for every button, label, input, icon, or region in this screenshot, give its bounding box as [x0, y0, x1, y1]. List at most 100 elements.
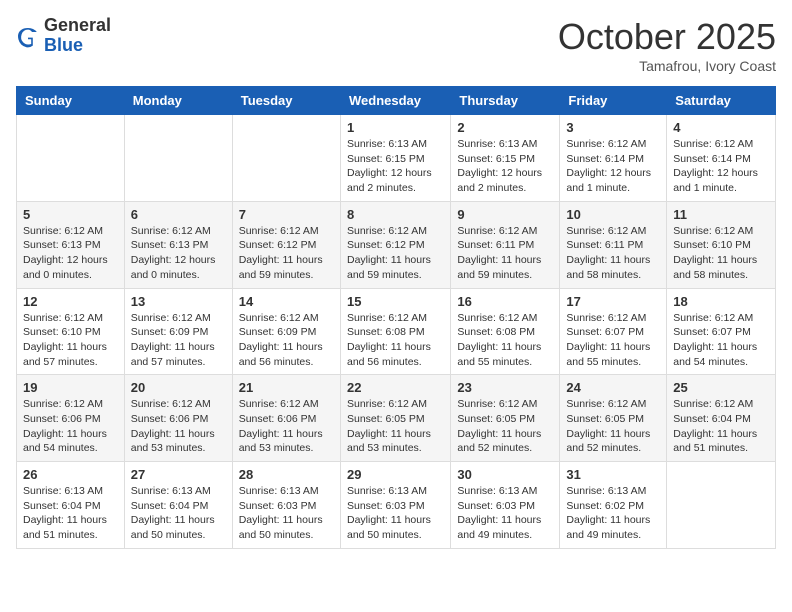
table-row: 24 Sunrise: 6:12 AMSunset: 6:05 PMDayligh… [560, 375, 667, 462]
day-info: Sunrise: 6:12 AMSunset: 6:05 PMDaylight:… [347, 397, 444, 456]
day-info: Sunrise: 6:12 AMSunset: 6:10 PMDaylight:… [23, 311, 118, 370]
day-info: Sunrise: 6:12 AMSunset: 6:04 PMDaylight:… [673, 397, 769, 456]
table-row: 20 Sunrise: 6:12 AMSunset: 6:06 PMDayligh… [124, 375, 232, 462]
table-row: 25Sunrise: 6:12 AMSunset: 6:04 PMDayligh… [667, 375, 776, 462]
col-sunday: Sunday [17, 87, 125, 115]
table-row: 4 Sunrise: 6:12 AMSunset: 6:14 PMDaylight… [667, 115, 776, 202]
day-info: Sunrise: 6:12 AMSunset: 6:05 PMDaylight:… [457, 397, 553, 456]
day-number: 9 [457, 207, 553, 222]
day-info: Sunrise: 6:12 AMSunset: 6:09 PMDaylight:… [239, 311, 334, 370]
day-info: Sunrise: 6:13 AMSunset: 6:02 PMDaylight:… [566, 484, 660, 543]
day-info: Sunrise: 6:12 AMSunset: 6:10 PMDaylight:… [673, 224, 769, 283]
day-info: Sunrise: 6:12 AMSunset: 6:09 PMDaylight:… [131, 311, 226, 370]
day-info: Sunrise: 6:12 AMSunset: 6:11 PMDaylight:… [457, 224, 553, 283]
logo: General Blue [16, 16, 111, 56]
month-title: October 2025 [558, 16, 776, 58]
day-number: 4 [673, 120, 769, 135]
day-number: 20 [131, 380, 226, 395]
day-info: Sunrise: 6:12 AMSunset: 6:12 PMDaylight:… [347, 224, 444, 283]
day-number: 2 [457, 120, 553, 135]
table-row: 23 Sunrise: 6:12 AMSunset: 6:05 PMDayligh… [451, 375, 560, 462]
day-info: Sunrise: 6:13 AMSunset: 6:03 PMDaylight:… [457, 484, 553, 543]
table-row: 21 Sunrise: 6:12 AMSunset: 6:06 PMDayligh… [232, 375, 340, 462]
day-number: 15 [347, 294, 444, 309]
day-info: Sunrise: 6:13 AMSunset: 6:15 PMDaylight:… [457, 137, 553, 196]
table-row: 26 Sunrise: 6:13 AMSunset: 6:04 PMDayligh… [17, 462, 125, 549]
day-info: Sunrise: 6:12 AMSunset: 6:12 PMDaylight:… [239, 224, 334, 283]
day-number: 6 [131, 207, 226, 222]
col-saturday: Saturday [667, 87, 776, 115]
table-row: 18 Sunrise: 6:12 AMSunset: 6:07 PMDayligh… [667, 288, 776, 375]
day-info: Sunrise: 6:12 AMSunset: 6:05 PMDaylight:… [566, 397, 660, 456]
day-number: 24 [566, 380, 660, 395]
table-row: 22 Sunrise: 6:12 AMSunset: 6:05 PMDayligh… [340, 375, 450, 462]
day-info: Sunrise: 6:12 AMSunset: 6:06 PMDaylight:… [131, 397, 226, 456]
table-row: 19 Sunrise: 6:12 AMSunset: 6:06 PMDayligh… [17, 375, 125, 462]
day-info: Sunrise: 6:12 AMSunset: 6:06 PMDaylight:… [23, 397, 118, 456]
table-row: 3Sunrise: 6:12 AMSunset: 6:14 PMDaylight… [560, 115, 667, 202]
day-number: 21 [239, 380, 334, 395]
day-number: 23 [457, 380, 553, 395]
day-number: 18 [673, 294, 769, 309]
col-thursday: Thursday [451, 87, 560, 115]
day-number: 13 [131, 294, 226, 309]
day-number: 17 [566, 294, 660, 309]
logo-text: General Blue [44, 16, 111, 56]
table-row: 30Sunrise: 6:13 AMSunset: 6:03 PMDayligh… [451, 462, 560, 549]
day-info: Sunrise: 6:12 AMSunset: 6:06 PMDaylight:… [239, 397, 334, 456]
logo-icon [16, 24, 40, 48]
table-row: 10 Sunrise: 6:12 AMSunset: 6:11 PMDayligh… [560, 201, 667, 288]
table-row: 28Sunrise: 6:13 AMSunset: 6:03 PMDayligh… [232, 462, 340, 549]
table-row: 8 Sunrise: 6:12 AMSunset: 6:12 PMDaylight… [340, 201, 450, 288]
table-row: 16 Sunrise: 6:12 AMSunset: 6:08 PMDayligh… [451, 288, 560, 375]
day-number: 11 [673, 207, 769, 222]
table-row: 9 Sunrise: 6:12 AMSunset: 6:11 PMDaylight… [451, 201, 560, 288]
day-number: 27 [131, 467, 226, 482]
day-number: 12 [23, 294, 118, 309]
day-number: 10 [566, 207, 660, 222]
table-row: 13 Sunrise: 6:12 AMSunset: 6:09 PMDayligh… [124, 288, 232, 375]
table-row: 11 Sunrise: 6:12 AMSunset: 6:10 PMDayligh… [667, 201, 776, 288]
day-info: Sunrise: 6:12 AMSunset: 6:07 PMDaylight:… [673, 311, 769, 370]
table-row [124, 115, 232, 202]
table-row: 14 Sunrise: 6:12 AMSunset: 6:09 PMDayligh… [232, 288, 340, 375]
day-number: 29 [347, 467, 444, 482]
table-row: 6 Sunrise: 6:12 AMSunset: 6:13 PMDaylight… [124, 201, 232, 288]
title-area: October 2025 Tamafrou, Ivory Coast [558, 16, 776, 74]
table-row: 17 Sunrise: 6:12 AMSunset: 6:07 PMDayligh… [560, 288, 667, 375]
day-info: Sunrise: 6:12 AMSunset: 6:13 PMDaylight:… [131, 224, 226, 283]
day-info: Sunrise: 6:12 AMSunset: 6:08 PMDaylight:… [457, 311, 553, 370]
calendar-header-row: Sunday Monday Tuesday Wednesday Thursday… [17, 87, 776, 115]
day-info: Sunrise: 6:13 AMSunset: 6:15 PMDaylight:… [347, 137, 444, 196]
day-info: Sunrise: 6:13 AMSunset: 6:03 PMDaylight:… [239, 484, 334, 543]
day-info: Sunrise: 6:13 AMSunset: 6:04 PMDaylight:… [131, 484, 226, 543]
day-info: Sunrise: 6:12 AMSunset: 6:11 PMDaylight:… [566, 224, 660, 283]
calendar-week-row: 1 Sunrise: 6:13 AMSunset: 6:15 PMDaylight… [17, 115, 776, 202]
table-row: 31 Sunrise: 6:13 AMSunset: 6:02 PMDayligh… [560, 462, 667, 549]
day-info: Sunrise: 6:12 AMSunset: 6:14 PMDaylight:… [673, 137, 769, 196]
day-number: 1 [347, 120, 444, 135]
day-number: 19 [23, 380, 118, 395]
day-number: 31 [566, 467, 660, 482]
day-info: Sunrise: 6:12 AMSunset: 6:13 PMDaylight:… [23, 224, 118, 283]
day-number: 16 [457, 294, 553, 309]
calendar-week-row: 26 Sunrise: 6:13 AMSunset: 6:04 PMDayligh… [17, 462, 776, 549]
logo-general: General [44, 16, 111, 36]
table-row: 15Sunrise: 6:12 AMSunset: 6:08 PMDayligh… [340, 288, 450, 375]
day-number: 5 [23, 207, 118, 222]
table-row: 27 Sunrise: 6:13 AMSunset: 6:04 PMDayligh… [124, 462, 232, 549]
calendar-week-row: 5 Sunrise: 6:12 AMSunset: 6:13 PMDaylight… [17, 201, 776, 288]
day-number: 8 [347, 207, 444, 222]
calendar-week-row: 12 Sunrise: 6:12 AMSunset: 6:10 PMDayligh… [17, 288, 776, 375]
day-info: Sunrise: 6:12 AMSunset: 6:07 PMDaylight:… [566, 311, 660, 370]
day-info: Sunrise: 6:13 AMSunset: 6:03 PMDaylight:… [347, 484, 444, 543]
day-number: 22 [347, 380, 444, 395]
day-info: Sunrise: 6:13 AMSunset: 6:04 PMDaylight:… [23, 484, 118, 543]
day-number: 14 [239, 294, 334, 309]
day-info: Sunrise: 6:12 AMSunset: 6:14 PMDaylight:… [566, 137, 660, 196]
calendar-week-row: 19 Sunrise: 6:12 AMSunset: 6:06 PMDayligh… [17, 375, 776, 462]
logo-blue: Blue [44, 36, 111, 56]
day-number: 26 [23, 467, 118, 482]
table-row: 2 Sunrise: 6:13 AMSunset: 6:15 PMDaylight… [451, 115, 560, 202]
table-row: 29 Sunrise: 6:13 AMSunset: 6:03 PMDayligh… [340, 462, 450, 549]
